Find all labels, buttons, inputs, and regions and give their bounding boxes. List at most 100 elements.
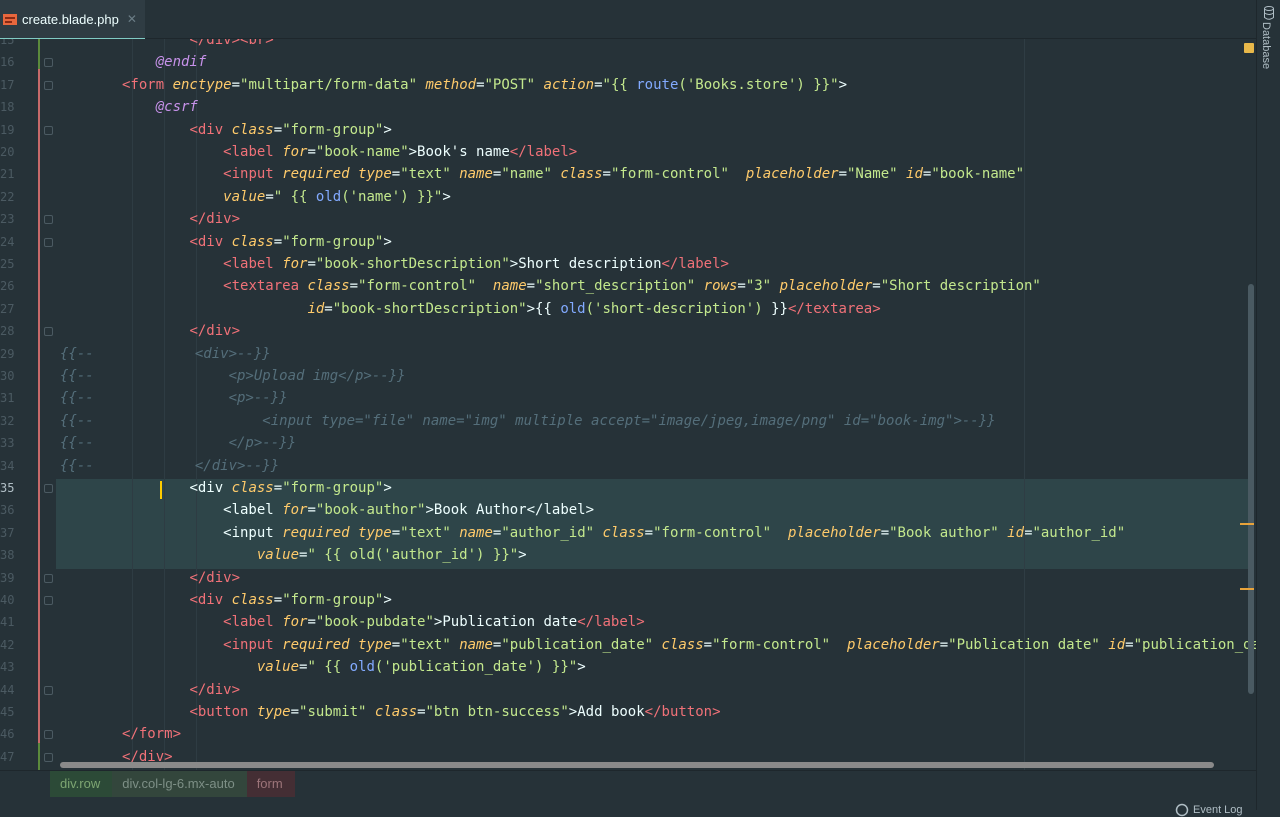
- code-line[interactable]: {{-- <p>Upload img</p>--}}: [60, 365, 406, 387]
- fold-marker-icon[interactable]: [44, 730, 53, 740]
- code-line[interactable]: <input required type="text" name="author…: [122, 522, 1125, 544]
- code-line[interactable]: @csrf: [122, 96, 198, 118]
- code-line[interactable]: <div class="form-group">: [122, 477, 391, 499]
- code-line[interactable]: {{-- <div>--}}: [60, 343, 271, 365]
- code-token: "form-group": [282, 480, 384, 496]
- breadcrumb-item[interactable]: div.col-lg-6.mx-auto: [112, 771, 247, 797]
- code-token: >Book Author</label>: [425, 502, 595, 519]
- breadcrumb-item[interactable]: form: [246, 771, 295, 797]
- code-token: "short_description": [535, 278, 696, 295]
- code-line[interactable]: <div class="form-group">: [122, 231, 391, 253]
- code-token: "Name": [847, 166, 898, 183]
- breadcrumb-item[interactable]: div.row: [50, 771, 113, 797]
- line-number: 42: [0, 637, 15, 652]
- code-token: =: [703, 636, 713, 653]
- event-log-button[interactable]: Event Log: [1175, 803, 1243, 817]
- code-token: =: [644, 524, 654, 541]
- code-token: </textarea>: [787, 300, 881, 317]
- code-line[interactable]: <label for="book-shortDescription">Short…: [122, 253, 729, 275]
- code-line[interactable]: {{-- </p>--}}: [60, 432, 296, 454]
- line-number: 43: [0, 660, 15, 675]
- code-line[interactable]: </div>: [122, 208, 240, 230]
- status-bar: div.row div.col-lg-6.mx-auto form Event …: [0, 770, 1256, 817]
- code-line[interactable]: </div>: [122, 567, 240, 589]
- code-line[interactable]: id="book-shortDescription">{{ old('short…: [122, 298, 881, 320]
- horizontal-scrollbar[interactable]: [60, 762, 1214, 768]
- code-line[interactable]: value=" {{ old('publication_date') }}">: [122, 656, 586, 678]
- fold-marker-icon[interactable]: [44, 125, 53, 135]
- fold-marker-icon[interactable]: [44, 752, 53, 762]
- code-editor[interactable]: 15 16 17 18 19 20 21 22 23 24 25 26 27 28 29 30 31 32 33 34…: [0, 39, 1256, 770]
- code-token: >Add book: [568, 704, 645, 720]
- code-token: value: [256, 547, 300, 564]
- line-number: 45: [0, 705, 15, 719]
- code-token: "text": [400, 166, 451, 183]
- code-line[interactable]: <input required type="text" name="name" …: [122, 163, 1024, 185]
- code-token: "book-name": [931, 166, 1025, 183]
- fold-marker-icon[interactable]: [44, 573, 53, 583]
- line-gutter: 15 16 17 18 19 20 21 22 23 24 25 26 27 28 29 30 31 32 33 34…: [0, 39, 56, 770]
- line-number: 41: [0, 615, 15, 630]
- code-token: >: [577, 659, 586, 676]
- code-line[interactable]: <div class="form-group">: [122, 589, 391, 611]
- code-line[interactable]: </div>: [122, 320, 240, 342]
- code-token: =: [838, 166, 847, 183]
- code-line[interactable]: @endif: [122, 51, 207, 73]
- fold-marker-icon[interactable]: [44, 596, 53, 605]
- code-token: class: [231, 480, 274, 496]
- database-icon[interactable]: [1264, 6, 1274, 20]
- code-line[interactable]: {{-- <input type="file" name="img" multi…: [60, 410, 996, 432]
- code-token: class: [661, 636, 704, 653]
- fold-marker-icon[interactable]: [44, 237, 53, 247]
- tab-create-blade[interactable]: create.blade.php ✕: [0, 0, 145, 40]
- code-token: </label>: [509, 144, 578, 160]
- fold-marker-icon[interactable]: [44, 327, 53, 337]
- code-token: route: [636, 76, 679, 93]
- fold-marker-icon[interactable]: [44, 484, 53, 493]
- code-token: {{-- </p>--}}: [60, 435, 297, 452]
- code-token: <div: [189, 592, 232, 608]
- code-token: ('Books.store') }}": [678, 76, 839, 93]
- code-line[interactable]: <textarea class="form-control" name="sho…: [122, 275, 1041, 297]
- code-line[interactable]: </form>: [122, 723, 181, 745]
- code-token: <input: [223, 636, 283, 653]
- code-line[interactable]: </div>: [122, 679, 240, 701]
- fold-marker-icon[interactable]: [44, 685, 53, 695]
- error-stripe-marker[interactable]: [1240, 588, 1254, 590]
- line-number: 17: [0, 77, 15, 92]
- code-token: =: [391, 166, 401, 183]
- code-token: =: [391, 636, 401, 653]
- code-token: old: [315, 188, 342, 205]
- vertical-scrollbar[interactable]: [1248, 284, 1254, 694]
- code-token: rows: [703, 278, 738, 295]
- code-token: class: [374, 704, 418, 720]
- code-line[interactable]: <div class="form-group">: [122, 119, 391, 141]
- code-token: =: [391, 524, 401, 541]
- code-line[interactable]: value=" {{ old('name') }}">: [122, 186, 451, 208]
- code-line[interactable]: <label for="book-name">Book's name</labe…: [122, 141, 577, 163]
- code-line[interactable]: <label for="book-author">Book Author</la…: [122, 499, 594, 521]
- error-stripe-marker[interactable]: [1240, 523, 1254, 525]
- fold-marker-icon[interactable]: [44, 58, 53, 68]
- code-line[interactable]: <button type="submit" class="btn btn-suc…: [122, 701, 720, 723]
- fold-marker-icon[interactable]: [44, 215, 53, 225]
- code-line[interactable]: <label for="book-pubdate">Publication da…: [122, 611, 645, 633]
- code-line[interactable]: {{-- <p>--}}: [60, 387, 288, 409]
- fold-marker-icon[interactable]: [44, 80, 53, 90]
- code-token: =: [273, 480, 283, 496]
- code-line[interactable]: {{-- </div>--}}: [60, 455, 279, 477]
- code-token: =: [939, 636, 949, 653]
- code-token: old: [560, 300, 586, 317]
- code-line[interactable]: <form enctype="multipart/form-data" meth…: [122, 74, 847, 96]
- warning-marker-icon[interactable]: [1244, 43, 1254, 53]
- code-line[interactable]: value=" {{ old('author_id') }}">: [122, 544, 527, 566]
- code-line[interactable]: </div><br>: [122, 39, 273, 51]
- close-icon[interactable]: ✕: [127, 12, 137, 26]
- code-line[interactable]: <input required type="text" name="public…: [122, 634, 1256, 656]
- database-tool-label[interactable]: Database: [1260, 22, 1272, 69]
